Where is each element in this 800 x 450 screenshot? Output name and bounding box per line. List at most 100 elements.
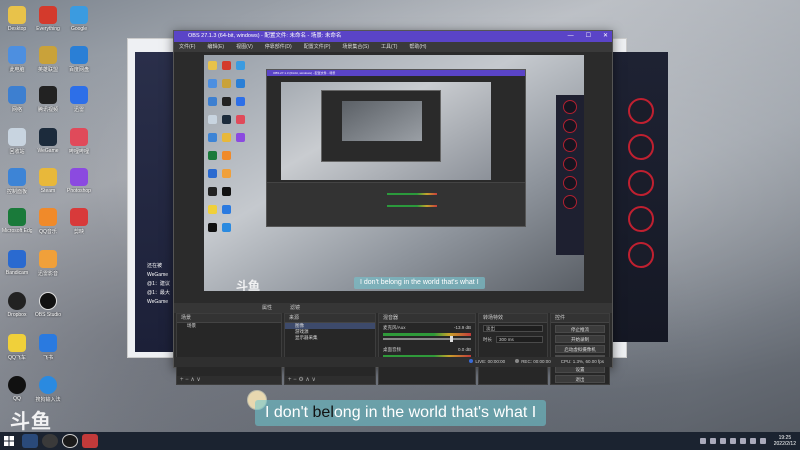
desktop-icon[interactable]: 腾讯视频 <box>33 86 63 113</box>
transition-select[interactable]: 淡出 <box>483 325 543 332</box>
desktop-icon[interactable]: 百度网盘 <box>64 46 94 73</box>
desktop-icon[interactable]: 哔哩哔哩 <box>64 128 94 155</box>
maximize-button[interactable]: ☐ <box>586 31 591 42</box>
dock-header: 控件 <box>551 314 609 323</box>
channel-volume: 0.0 dB <box>457 347 471 352</box>
scene-item[interactable]: 场景 <box>177 323 281 329</box>
taskbar-app-chrome[interactable] <box>42 434 58 448</box>
record-icon <box>515 359 520 363</box>
desktop-icon[interactable]: Everything <box>33 6 63 32</box>
dock-header: 场景 <box>177 314 281 323</box>
desktop-icon[interactable]: QQ <box>2 376 32 402</box>
stop-streaming-button[interactable]: 停止推流 <box>555 325 605 333</box>
desktop-icon[interactable]: 回收站 <box>2 128 32 155</box>
channel-volume: -13.9 dB <box>453 325 471 330</box>
channel-name: 麦克风/Aux <box>383 325 406 330</box>
filters-button[interactable]: 滤镜 <box>290 304 300 311</box>
desktop-icon[interactable]: 网络 <box>2 86 32 113</box>
desktop-icon[interactable]: 迅雷 <box>64 86 94 113</box>
avatar[interactable] <box>628 134 654 160</box>
taskbar-app-game[interactable] <box>82 434 98 448</box>
duration-input[interactable]: 300 ms <box>496 336 543 343</box>
transitions-dock: 转场特效 淡出 时长 300 ms <box>478 313 548 385</box>
controls-dock: 控件 停止推流 开始录制 启动虚拟摄像机 工作室模式 设置 退出 <box>550 313 610 385</box>
cpu-status: CPU: 1.3%, 60.00 fps <box>560 359 604 364</box>
desktop-icon[interactable]: 搜狗输入法 <box>33 376 63 403</box>
nested-obs-window-2 <box>321 90 441 162</box>
menu-scene-collection[interactable]: 场景集合(S) <box>342 42 369 52</box>
desktop-icon[interactable]: Google <box>64 6 94 32</box>
obs-title-bar[interactable]: OBS 27.1.3 (64-bit, windows) - 配置文件: 未命名… <box>174 31 612 42</box>
desktop-icon[interactable]: WeGame <box>33 128 63 154</box>
desktop-icon[interactable]: 飞书 <box>33 334 63 361</box>
menu-help[interactable]: 帮助(H) <box>409 42 426 52</box>
volume-icon[interactable] <box>759 438 766 444</box>
source-controls[interactable]: + − ⚙ ∧ ∨ <box>285 376 375 384</box>
desktop-icon[interactable]: Photoshop <box>64 168 94 194</box>
exit-button[interactable]: 退出 <box>555 375 605 383</box>
source-item[interactable]: 显示器采集 <box>285 335 375 341</box>
mixer-dock: 混音器 麦克风/Aux -13.9 dB 桌面音频 0.0 dB <box>378 313 476 385</box>
menu-file[interactable]: 文件(F) <box>179 42 195 52</box>
desktop-icon[interactable]: QQ音乐 <box>33 208 63 235</box>
dock-header: 转场特效 <box>479 314 547 323</box>
preview-desktop-icons <box>204 55 264 291</box>
menu-edit[interactable]: 编辑(E) <box>207 42 224 52</box>
desktop-icon[interactable]: 迅雷影音 <box>33 250 63 277</box>
properties-button[interactable]: 属性 <box>262 304 272 311</box>
sources-dock: 来源 图像 游戏源 显示器采集 + − ⚙ ∧ ∨ <box>284 313 376 385</box>
virtual-camera-button[interactable]: 启动虚拟摄像机 <box>555 345 605 353</box>
volume-meter <box>383 333 471 336</box>
avatar[interactable] <box>628 98 654 124</box>
menu-profile[interactable]: 配置文件(P) <box>304 42 331 52</box>
taskbar: 19:25 2022/2/12 <box>0 432 800 450</box>
nested-docks <box>267 182 525 226</box>
tray-icon[interactable] <box>719 438 726 444</box>
avatar[interactable] <box>628 242 654 268</box>
avatar[interactable] <box>628 170 654 196</box>
preview-subtitle: I don't belong in the world that's what … <box>354 277 485 289</box>
obs-desktop-icon[interactable]: OBS Studio <box>33 292 63 318</box>
status-bar: LIVE: 00:00:00 REC: 00:00:00 CPU: 1.3%, … <box>174 357 612 367</box>
game-client-right-panel <box>612 52 668 342</box>
avatar[interactable] <box>628 206 654 232</box>
start-recording-button[interactable]: 开始录制 <box>555 335 605 343</box>
mixer-channel: 麦克风/Aux -13.9 dB <box>379 323 475 345</box>
network-icon[interactable] <box>749 438 756 444</box>
desktop-icon[interactable]: 剪映 <box>64 208 94 235</box>
window-title: OBS 27.1.3 (64-bit, windows) - 配置文件: 未命名… <box>188 33 342 39</box>
taskbar-app-explorer[interactable] <box>22 434 38 448</box>
scenes-dock: 场景 场景 + − ∧ ∨ <box>176 313 282 385</box>
menu-tools[interactable]: 工具(T) <box>381 42 397 52</box>
douyu-logo: 斗鱼 <box>10 411 52 433</box>
start-button[interactable] <box>0 432 18 450</box>
desktop-icon[interactable]: Steam <box>33 168 63 194</box>
menu-docks[interactable]: 停靠部件(D) <box>265 42 292 52</box>
channel-name: 桌面音频 <box>383 347 401 352</box>
clock[interactable]: 19:25 2022/2/12 <box>774 435 796 447</box>
tray-icon[interactable] <box>709 438 716 444</box>
obs-window: OBS 27.1.3 (64-bit, windows) - 配置文件: 未命名… <box>173 30 613 385</box>
nested-preview <box>281 82 491 180</box>
douyu-watermark: 斗鱼 <box>236 279 261 291</box>
desktop-icon[interactable]: QQ飞车 <box>2 334 32 361</box>
minimize-button[interactable]: — <box>568 31 574 42</box>
desktop-icon[interactable]: Microsoft Edge <box>2 208 32 234</box>
preview-canvas[interactable]: OBS 27.1.3 (64-bit, windows) - 配置文件 - 场景… <box>204 55 584 291</box>
desktop-icon[interactable]: 英雄联盟 <box>33 46 63 73</box>
volume-slider[interactable] <box>383 336 471 342</box>
windows-icon <box>4 436 14 446</box>
menu-view[interactable]: 视图(V) <box>236 42 253 52</box>
scene-controls[interactable]: + − ∧ ∨ <box>177 376 281 384</box>
tray-icon[interactable] <box>699 438 706 444</box>
desktop-icon[interactable]: Desktop <box>2 6 32 32</box>
taskbar-app-obs[interactable] <box>62 434 78 448</box>
desktop-icon[interactable]: 控制面板 <box>2 168 32 195</box>
nested-obs-window: OBS 27.1.3 (64-bit, windows) - 配置文件 - 场景 <box>266 69 526 227</box>
tray-icon[interactable] <box>729 438 736 444</box>
desktop-icon[interactable]: Dropbox <box>2 292 32 318</box>
tray-icon[interactable] <box>739 438 746 444</box>
desktop-icon[interactable]: 此电脑 <box>2 46 32 73</box>
close-button[interactable]: ✕ <box>603 31 608 42</box>
desktop-icon[interactable]: Bandicam <box>2 250 32 276</box>
